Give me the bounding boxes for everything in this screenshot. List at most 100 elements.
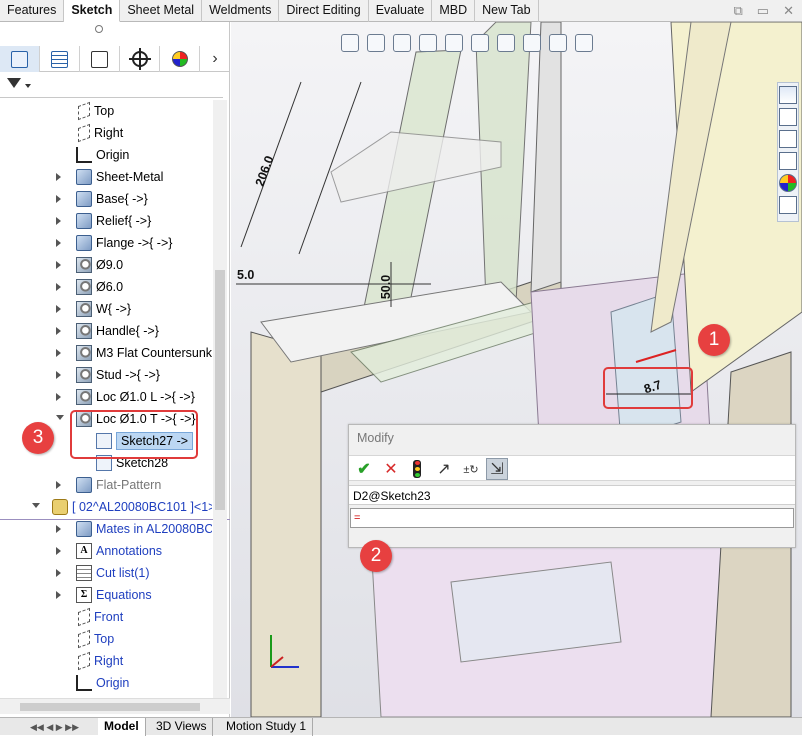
tree-item[interactable]: Stud ->{ ->} [56,364,160,386]
reverse-dimension-icon[interactable]: ↗ [433,458,455,480]
previous-view-icon[interactable] [393,34,411,52]
expand-arrow-icon[interactable] [56,217,61,225]
home-icon[interactable] [779,86,797,104]
design-library-icon[interactable] [779,108,797,126]
tab-3d-views[interactable]: 3D Views [150,718,214,736]
rebuild-icon[interactable] [406,458,428,480]
tab-new-tab[interactable]: New Tab [475,0,539,22]
tab-sketch[interactable]: Sketch [64,0,121,22]
tree-item[interactable]: Top [76,628,114,650]
feature-manager-tab[interactable] [0,46,40,72]
expand-arrow-icon[interactable] [56,283,61,291]
callout-3: 3 [22,422,54,454]
appearance-icon [171,51,188,67]
minimize-icon[interactable]: ▭ [757,3,769,19]
edit-appearance-icon[interactable] [523,34,541,52]
display-style-icon[interactable] [471,34,489,52]
restore-icon[interactable]: ⧉ [734,3,743,19]
tree-item[interactable]: W{ ->} [56,298,131,320]
dimxpert-tab[interactable] [120,46,160,72]
expand-arrow-icon[interactable] [56,547,61,555]
zoom-area-icon[interactable] [367,34,385,52]
tree-item[interactable]: Right [76,122,123,144]
appearances-icon[interactable] [779,174,797,192]
tab-direct-editing[interactable]: Direct Editing [279,0,369,22]
expand-arrow-icon[interactable] [56,591,61,599]
custom-properties-icon[interactable] [779,196,797,214]
configuration-manager-tab[interactable] [80,46,120,72]
horizontal-scrollbar[interactable] [0,698,230,714]
tab-evaluate[interactable]: Evaluate [369,0,433,22]
expand-arrow-icon[interactable] [56,173,61,181]
collapse-arrow-icon[interactable] [56,415,64,420]
tree-item[interactable]: Relief{ ->} [56,210,151,232]
tree-item[interactable]: Base{ ->} [56,188,148,210]
tree-item[interactable]: Origin [76,672,129,694]
view-orientation-icon[interactable] [445,34,463,52]
expand-arrow-icon[interactable] [56,239,61,247]
expand-arrow-icon[interactable] [56,481,61,489]
graphics-area[interactable]: 206.0 5.0 50.0 8.7 [231,22,802,717]
tree-item[interactable]: Handle{ ->} [56,320,159,342]
tab-motion-study[interactable]: Motion Study 1 [220,718,314,736]
section-view-icon[interactable] [419,34,437,52]
expand-arrow-icon[interactable] [56,371,61,379]
tab-features[interactable]: Features [0,0,65,22]
tree-item[interactable]: M3 Flat Countersunk - [56,342,212,364]
expand-arrow-icon[interactable] [56,327,61,335]
vertical-scrollbar[interactable] [213,100,227,705]
scroll-thumb-horizontal[interactable] [20,703,200,711]
view-palette-icon[interactable] [779,152,797,170]
tree-item[interactable]: Right [76,650,123,672]
chevron-right-icon[interactable]: › [200,46,230,71]
tree-item[interactable]: Sheet-Metal [56,166,163,188]
file-explorer-icon[interactable] [779,130,797,148]
tree-item-label: Right [94,126,124,140]
expand-arrow-icon[interactable] [56,261,61,269]
collapse-arrow-icon[interactable] [32,503,40,508]
scroll-left-icon[interactable]: ◀◀ ◀ ▶ ▶▶ [30,722,79,733]
zoom-to-fit-icon[interactable] [341,34,359,52]
expand-arrow-icon[interactable] [56,305,61,313]
cancel-icon[interactable]: ✕ [380,458,402,480]
expand-arrow-icon[interactable] [56,195,61,203]
tree-item[interactable]: Front [76,606,123,628]
tree-item[interactable]: Ø9.0 [56,254,123,276]
view-settings-icon[interactable] [575,34,593,52]
expand-arrow-icon[interactable] [56,525,61,533]
dimension-value-input[interactable] [350,508,794,528]
tree-item[interactable]: Flange ->{ ->} [56,232,172,254]
ok-icon[interactable]: ✔ [353,458,375,480]
filter-icon [7,78,21,88]
property-manager-tab[interactable] [40,46,80,72]
tree-item[interactable]: [ 02^AL20080BC101 ]<1> - [32,496,212,518]
tree-item[interactable]: A Annotations [56,540,162,562]
tree-item[interactable]: Cut list(1) [56,562,149,584]
tree-item[interactable]: Loc Ø1.0 L ->{ ->} [56,386,195,408]
tab-weldments[interactable]: Weldments [202,0,280,22]
expand-arrow-icon[interactable] [56,569,61,577]
tab-model[interactable]: Model [98,718,146,736]
base-flange-icon [76,191,92,207]
hide-show-icon[interactable] [497,34,515,52]
spin-increment-icon[interactable]: ±↻ [460,458,482,480]
tab-sheet-metal[interactable]: Sheet Metal [120,0,203,22]
tree-item[interactable]: Top [76,100,114,122]
close-icon[interactable]: ✕ [783,3,794,19]
expand-arrow-icon[interactable] [56,393,61,401]
display-manager-tab[interactable] [160,46,200,72]
scene-icon[interactable] [549,34,567,52]
dimension-5[interactable]: 5.0 [237,268,254,282]
expand-arrow-icon[interactable] [56,349,61,357]
tab-mbd[interactable]: MBD [432,0,476,22]
tree-item[interactable]: Flat-Pattern [56,474,161,496]
tree-item[interactable]: Origin [76,144,129,166]
dimension-50[interactable]: 50.0 [379,275,393,299]
tree-item[interactable]: Mates in AL20080BC10 [56,518,212,540]
tree-filter[interactable] [0,74,223,98]
tree-item[interactable]: Σ Equations [56,584,152,606]
panel-grip-icon[interactable] [95,25,103,33]
scroll-thumb[interactable] [215,270,225,510]
tree-item[interactable]: Ø6.0 [56,276,123,298]
mark-dimension-icon[interactable]: ⇲ [486,458,508,480]
